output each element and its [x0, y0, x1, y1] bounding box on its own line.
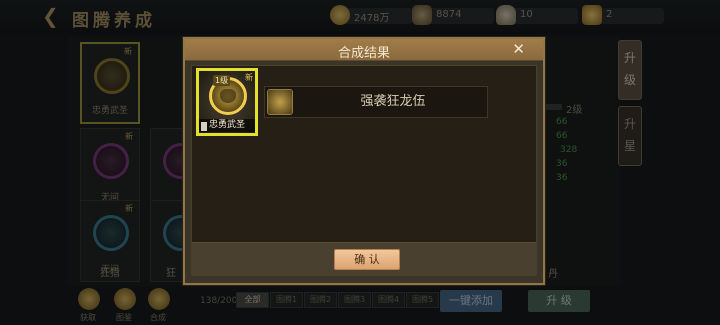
- dialog-body: 1级 新 忠勇武圣 强袭狂龙伍 确 认: [191, 65, 537, 276]
- dialog-title: 合成结果: [337, 46, 390, 61]
- synthesis-result-dialog: 合成结果 ✕ 1级 新 忠勇武圣 强袭狂龙伍 确 认: [183, 37, 545, 285]
- skill-row: 强袭狂龙伍: [264, 86, 488, 118]
- skill-icon: [267, 89, 293, 115]
- level-badge: 1级: [213, 75, 231, 86]
- totem-name: 忠勇武圣: [199, 119, 255, 132]
- dialog-footer: 确 认: [192, 242, 536, 276]
- tower-icon: [201, 122, 207, 131]
- dialog-header: 合成结果 ✕: [185, 39, 543, 61]
- result-totem-card[interactable]: 1级 新 忠勇武圣: [196, 68, 258, 136]
- confirm-button[interactable]: 确 认: [334, 249, 400, 270]
- new-tag: 新: [245, 73, 253, 82]
- close-icon[interactable]: ✕: [512, 40, 525, 58]
- skill-name: 强袭狂龙伍: [360, 94, 426, 109]
